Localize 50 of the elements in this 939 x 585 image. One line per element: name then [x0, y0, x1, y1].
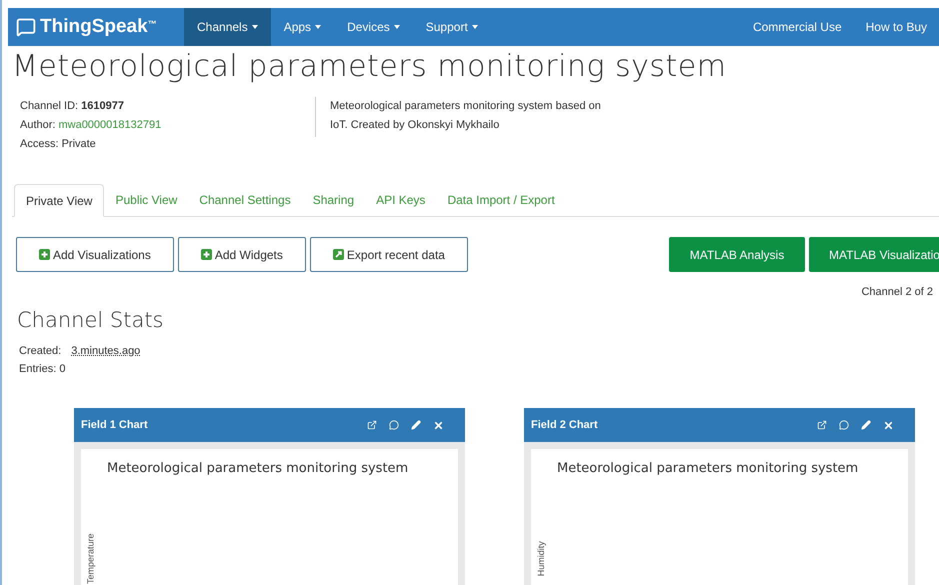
tab[interactable]: Data Import / Export: [436, 184, 566, 216]
nav-menu-item[interactable]: Devices: [334, 8, 413, 46]
y-axis-label: Humidity: [534, 542, 547, 576]
created-label: Created:: [19, 344, 62, 359]
nav-menu-item[interactable]: Channels: [184, 8, 271, 46]
plus-icon: [200, 249, 212, 260]
matlab-button[interactable]: MATLAB Analysis: [669, 237, 805, 272]
comment-icon[interactable]: [389, 420, 399, 430]
caret-icon: [472, 25, 478, 29]
action-button[interactable]: Export recent data: [310, 237, 468, 272]
brand-logo[interactable]: ThingSpeak$^{™}$: [40, 12, 157, 42]
action-button[interactable]: Add Visualizations: [16, 237, 174, 272]
pencil-icon[interactable]: [411, 420, 421, 430]
section-heading: Channel Stats: [16, 306, 164, 334]
channel-id: Channel ID: 1610977: [20, 99, 125, 114]
chart-header-title: Field 1 Chart: [81, 418, 148, 433]
entries-count: Entries: 0: [19, 362, 66, 377]
access-text: Access: Private: [20, 137, 97, 152]
comment-icon[interactable]: [839, 420, 849, 430]
nav-menu-item[interactable]: Support: [412, 8, 491, 46]
close-icon[interactable]: [433, 420, 444, 430]
pencil-icon[interactable]: [861, 420, 871, 430]
page-title: Meteorological parameters monitoring system: [12, 50, 728, 84]
tab[interactable]: Sharing: [302, 184, 366, 216]
external-link-icon[interactable]: [367, 420, 377, 430]
nav-link[interactable]: Commercial Use: [740, 8, 854, 46]
nav-link[interactable]: How to Buy: [854, 8, 939, 46]
tab[interactable]: Public View: [104, 184, 188, 216]
export-icon: [332, 249, 344, 260]
y-axis-label: Temperature: [84, 534, 96, 584]
channel-description: Meteorological parameters monitoring system based on IoT. Created by Okonskyi Mykhailo: [315, 97, 615, 137]
logo-icon: [16, 17, 36, 37]
tab[interactable]: API Keys: [365, 184, 436, 216]
caret-icon: [315, 25, 322, 29]
author-link[interactable]: mwa0000018132791: [58, 116, 162, 135]
created-value: 3.minutes.ago: [71, 344, 140, 359]
chart-title: Meteorological parameters monitoring system: [557, 460, 858, 478]
nav-menu-item[interactable]: Apps: [270, 8, 334, 46]
action-button[interactable]: Add Widgets: [178, 237, 306, 272]
caret-icon: [252, 25, 258, 29]
tab[interactable]: Channel Settings: [188, 184, 302, 216]
channel-count: Channel 2 of 2: [861, 285, 933, 300]
chart-header-title: Field 2 Chart: [531, 418, 598, 433]
tab[interactable]: Private View: [14, 184, 104, 217]
caret-icon: [394, 25, 400, 29]
close-icon[interactable]: [883, 420, 894, 430]
external-link-icon[interactable]: [817, 420, 827, 430]
plus-icon: [39, 249, 50, 260]
author-label: Author:: [20, 118, 56, 133]
chart-title: Meteorological parameters monitoring system: [107, 460, 408, 478]
